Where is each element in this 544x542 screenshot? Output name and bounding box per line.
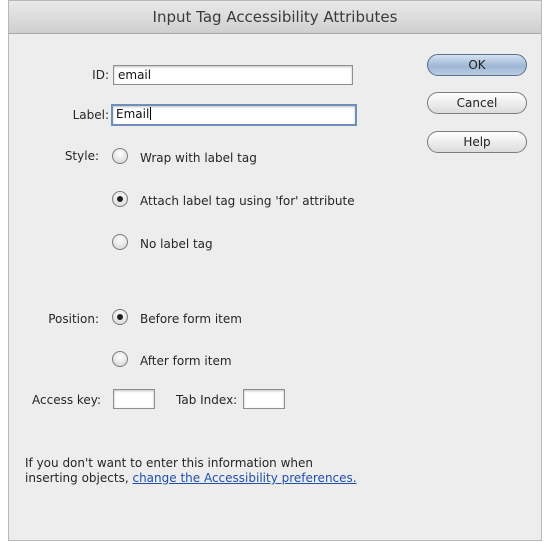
style-option-attach-for-label[interactable]: Attach label tag using 'for' attribute: [140, 194, 355, 208]
style-label: Style:: [64, 149, 99, 163]
position-option-after-label[interactable]: After form item: [140, 354, 232, 368]
footer-line-1: If you don't want to enter this informat…: [25, 456, 313, 470]
style-option-no-label-label[interactable]: No label tag: [140, 237, 213, 251]
tab-index-label: Tab Index:: [176, 393, 238, 407]
cancel-button[interactable]: Cancel: [427, 92, 527, 114]
position-option-before-label[interactable]: Before form item: [140, 312, 242, 326]
style-radio-no-label[interactable]: [112, 234, 128, 250]
label-label: Label:: [72, 108, 109, 122]
accessibility-dialog: Input Tag Accessibility Attributes ID: e…: [8, 0, 542, 541]
style-radio-wrap[interactable]: [112, 148, 128, 164]
footer-line-2: inserting objects, change the Accessibil…: [25, 471, 357, 485]
footer-line-2-prefix: inserting objects,: [25, 471, 129, 485]
text-caret: [150, 107, 152, 120]
style-option-wrap-label[interactable]: Wrap with label tag: [140, 151, 257, 165]
access-key-label: Access key:: [32, 393, 102, 407]
label-field-value: Email: [116, 107, 150, 121]
id-label: ID:: [92, 68, 109, 82]
style-radio-attach-for[interactable]: [112, 191, 128, 207]
accessibility-preferences-link[interactable]: change the Accessibility preferences.: [132, 471, 356, 485]
ok-button[interactable]: OK: [427, 54, 527, 76]
position-radio-after[interactable]: [112, 351, 128, 367]
label-field[interactable]: Email: [111, 104, 357, 126]
dialog-title: Input Tag Accessibility Attributes: [9, 1, 541, 34]
access-key-field[interactable]: [113, 389, 155, 409]
position-radio-before[interactable]: [112, 309, 128, 325]
id-field[interactable]: email: [113, 65, 353, 85]
help-button[interactable]: Help: [427, 131, 527, 153]
tab-index-field[interactable]: [243, 389, 285, 409]
position-label: Position:: [48, 312, 99, 326]
